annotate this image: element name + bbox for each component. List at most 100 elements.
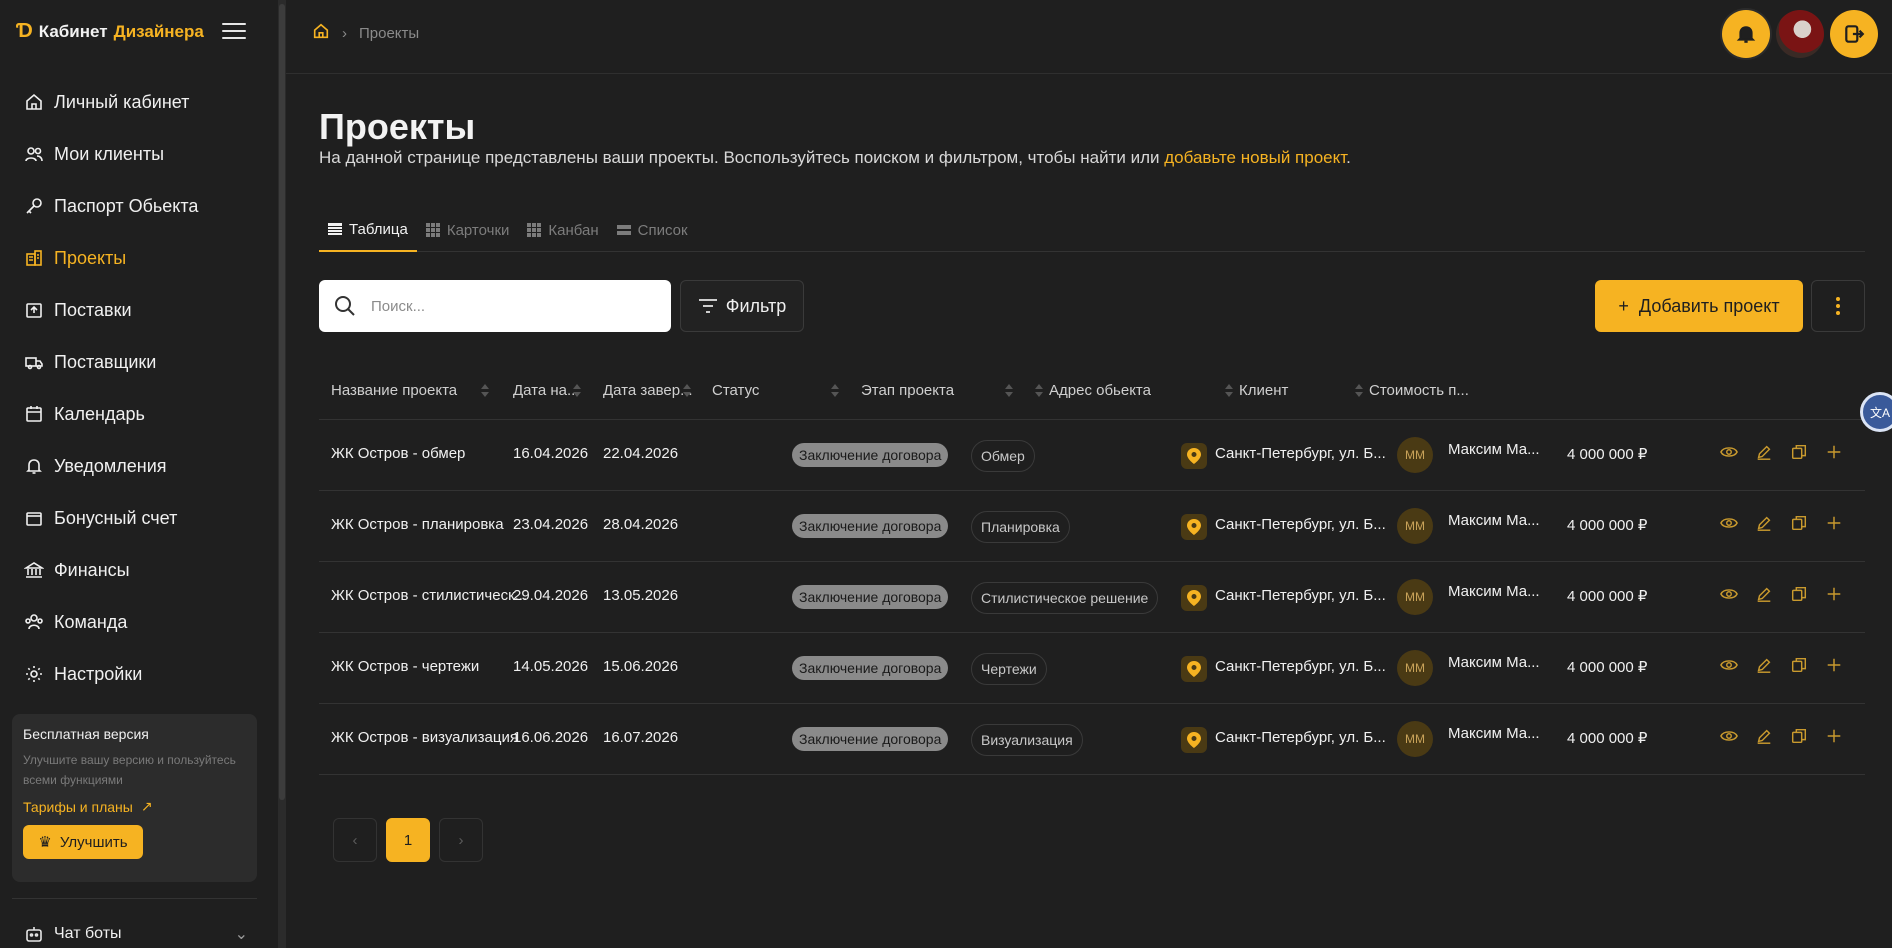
- row-actions: [1719, 513, 1843, 532]
- eye-icon[interactable]: [1719, 513, 1738, 532]
- plans-link[interactable]: Тарифы и планы ↗: [23, 798, 246, 815]
- edit-icon[interactable]: [1754, 442, 1773, 461]
- logout-button[interactable]: [1830, 10, 1878, 58]
- col-stage[interactable]: Этап проекта: [861, 382, 954, 399]
- project-name[interactable]: ЖК Остров - обмер: [331, 445, 465, 462]
- project-name[interactable]: ЖК Остров - планировка: [331, 516, 504, 533]
- plus-icon[interactable]: [1824, 584, 1843, 603]
- plus-icon[interactable]: [1824, 655, 1843, 674]
- tab-list[interactable]: Список: [608, 208, 697, 252]
- eye-icon[interactable]: [1719, 584, 1738, 603]
- sidebar-item-chatbots[interactable]: Чат боты ⌄: [24, 924, 248, 944]
- sidebar-item-notifications[interactable]: Уведомления: [0, 440, 278, 492]
- eye-icon[interactable]: [1719, 442, 1738, 461]
- col-status[interactable]: Статус: [712, 382, 759, 399]
- sidebar-item-suppliers[interactable]: Поставщики: [0, 336, 278, 388]
- home-icon[interactable]: [312, 22, 330, 44]
- eye-icon[interactable]: [1719, 655, 1738, 674]
- brand-word2: Дизайнера: [113, 21, 204, 41]
- tab-table[interactable]: Таблица: [319, 208, 417, 252]
- next-page-button[interactable]: ›: [439, 818, 483, 862]
- brand-logo[interactable]: Ɗ Кабинет Дизайнера: [16, 20, 204, 43]
- col-cost[interactable]: Стоимость п...: [1369, 382, 1469, 399]
- breadcrumb: › Проекты: [312, 22, 419, 44]
- upgrade-button[interactable]: ♛ Улучшить: [23, 825, 143, 859]
- project-name[interactable]: ЖК Остров - визуализация: [331, 729, 518, 746]
- edit-icon[interactable]: [1754, 584, 1773, 603]
- plus-icon[interactable]: [1824, 726, 1843, 745]
- sidebar-item-team[interactable]: Команда: [0, 596, 278, 648]
- sort-icon[interactable]: [1005, 384, 1013, 400]
- sidebar-item-bonus[interactable]: Бонусный счет: [0, 492, 278, 544]
- copy-icon[interactable]: [1789, 442, 1808, 461]
- key-icon: [24, 196, 44, 216]
- breadcrumb-separator: ›: [342, 24, 347, 42]
- tab-kanban[interactable]: Канбан: [518, 208, 607, 252]
- search-field[interactable]: [319, 280, 671, 332]
- translate-widget-icon[interactable]: 文A: [1860, 392, 1892, 432]
- sort-icon[interactable]: [573, 384, 581, 400]
- sort-icon[interactable]: [1225, 384, 1233, 400]
- table-row[interactable]: ЖК Остров - стилистическ... 29.04.2026 13.…: [319, 562, 1865, 633]
- sort-icon[interactable]: [831, 384, 839, 400]
- more-options-button[interactable]: [1811, 280, 1865, 332]
- sidebar-item-clients[interactable]: Мои клиенты: [0, 128, 278, 180]
- object-address: Санкт-Петербург, ул. Б...: [1215, 516, 1386, 533]
- prev-page-button[interactable]: ‹: [333, 818, 377, 862]
- edit-icon[interactable]: [1754, 513, 1773, 532]
- eye-icon[interactable]: [1719, 726, 1738, 745]
- menu-toggle-icon[interactable]: [222, 23, 246, 41]
- project-name[interactable]: ЖК Остров - чертежи: [331, 658, 479, 675]
- sort-icon[interactable]: [481, 384, 489, 400]
- add-project-button[interactable]: + Добавить проект: [1595, 280, 1803, 332]
- sidebar-item-deliveries[interactable]: Поставки: [0, 284, 278, 336]
- tab-cards[interactable]: Карточки: [417, 208, 519, 252]
- main-content: Проекты На данной странице представлены …: [286, 74, 1892, 948]
- sidebar-item-dashboard[interactable]: Личный кабинет: [0, 76, 278, 128]
- sidebar-nav: Личный кабинет Мои клиенты Паспорт Обьек…: [0, 76, 278, 700]
- avatar[interactable]: [1776, 10, 1824, 58]
- edit-icon[interactable]: [1754, 726, 1773, 745]
- sidebar-item-calendar[interactable]: Календарь: [0, 388, 278, 440]
- plus-icon[interactable]: [1824, 442, 1843, 461]
- edit-icon[interactable]: [1754, 655, 1773, 674]
- copy-icon[interactable]: [1789, 513, 1808, 532]
- start-date: 23.04.2026: [513, 516, 589, 533]
- copy-icon[interactable]: [1789, 655, 1808, 674]
- object-address: Санкт-Петербург, ул. Б...: [1215, 729, 1386, 746]
- sidebar-item-settings[interactable]: Настройки: [0, 648, 278, 700]
- copy-icon[interactable]: [1789, 584, 1808, 603]
- project-name[interactable]: ЖК Остров - стилистическ...: [331, 587, 527, 604]
- sort-icon[interactable]: [1035, 384, 1043, 400]
- box-icon: [24, 300, 44, 320]
- project-cost: 4 000 000 ₽: [1567, 588, 1648, 605]
- sidebar-item-projects[interactable]: Проекты: [0, 232, 278, 284]
- sidebar-scrollbar[interactable]: [278, 0, 286, 948]
- add-project-link[interactable]: добавьте новый проект: [1164, 148, 1346, 167]
- sidebar-divider: [12, 898, 257, 899]
- status-badge: Заключение договора: [792, 514, 949, 538]
- notifications-button[interactable]: [1722, 10, 1770, 58]
- sidebar-item-finance[interactable]: Финансы: [0, 544, 278, 596]
- table-row[interactable]: ЖК Остров - чертежи 14.05.2026 15.06.2026 З…: [319, 633, 1865, 704]
- sidebar-item-label: Настройки: [54, 663, 143, 684]
- col-start-date[interactable]: Дата на...: [513, 382, 580, 399]
- col-client[interactable]: Клиент: [1239, 382, 1288, 399]
- filter-button[interactable]: Фильтр: [680, 280, 804, 332]
- table-row[interactable]: ЖК Остров - визуализация 16.06.2026 16.07.…: [319, 704, 1865, 775]
- sidebar-item-passport[interactable]: Паспорт Обьекта: [0, 180, 278, 232]
- sidebar-item-label: Финансы: [54, 559, 130, 580]
- plus-icon[interactable]: [1824, 513, 1843, 532]
- filter-label: Фильтр: [725, 295, 787, 316]
- table-row[interactable]: ЖК Остров - планировка 23.04.2026 28.04.20…: [319, 491, 1865, 562]
- col-address[interactable]: Адрес обьекта: [1049, 382, 1151, 399]
- sort-icon[interactable]: [1355, 384, 1363, 400]
- search-input[interactable]: [371, 297, 651, 315]
- col-end-date[interactable]: Дата завер...: [603, 382, 693, 399]
- row-actions: [1719, 655, 1843, 674]
- col-name[interactable]: Название проекта: [331, 382, 457, 399]
- page-button-current[interactable]: 1: [386, 818, 430, 862]
- table-row[interactable]: ЖК Остров - обмер 16.04.2026 22.04.2026 Зак…: [319, 420, 1865, 491]
- copy-icon[interactable]: [1789, 726, 1808, 745]
- sort-icon[interactable]: [683, 384, 691, 400]
